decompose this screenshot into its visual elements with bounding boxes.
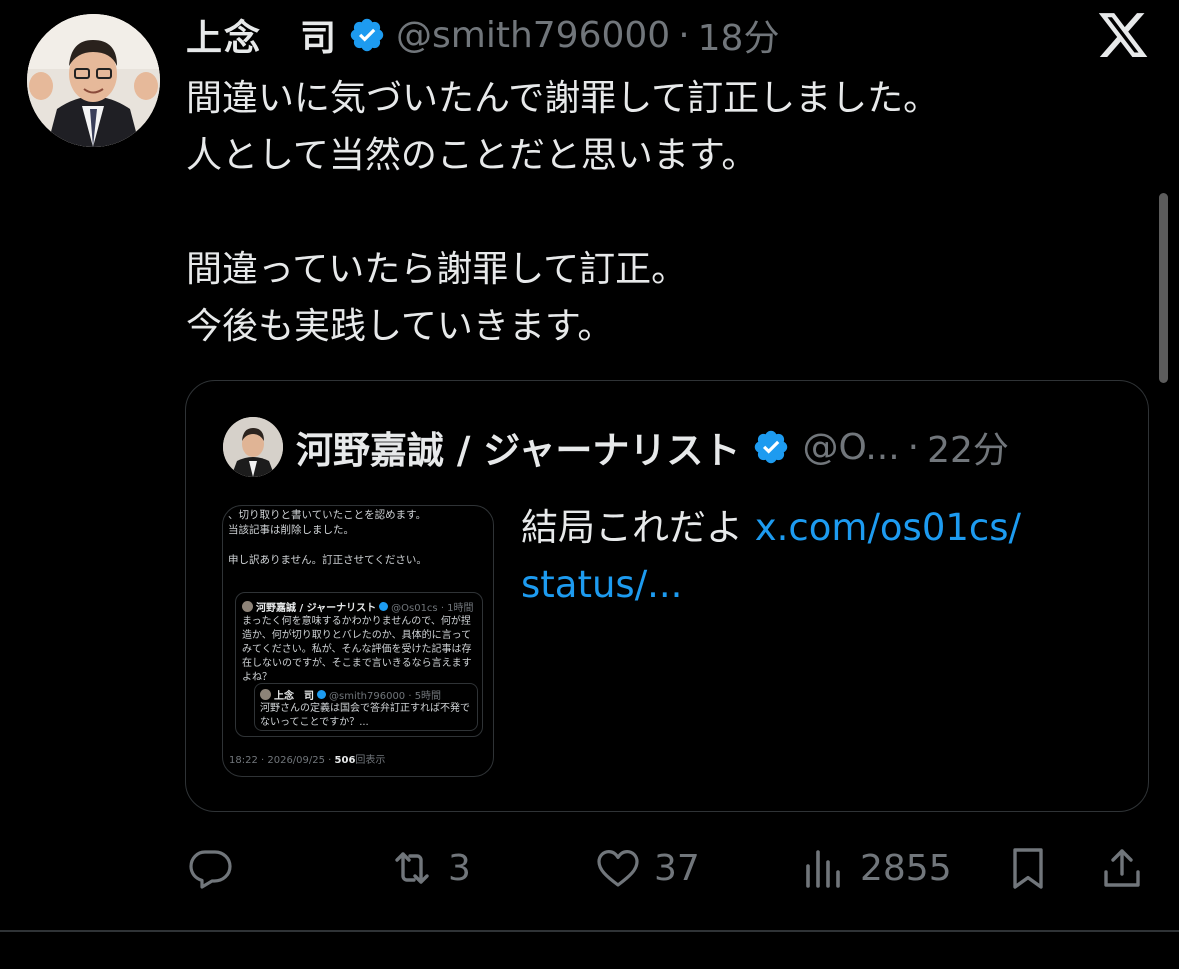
thumbnail-line: 申し訳ありません。訂正させてください。 [228, 554, 427, 566]
bookmark-button[interactable] [1004, 840, 1052, 896]
views-button[interactable]: 2855 [800, 840, 952, 896]
bookmark-icon [1013, 848, 1043, 889]
thumbnail-deep-verified-icon [317, 690, 326, 699]
thumbnail-line: 当該記事は削除しました。 [228, 524, 354, 536]
thumbnail-footer: 18:22 · 2026/09/25 · 506回表示 [229, 751, 385, 766]
author-avatar[interactable] [27, 14, 160, 147]
thumbnail-inner-avatar [242, 601, 253, 612]
author-handle[interactable]: @smith796000 [396, 15, 670, 56]
thumbnail-inner-body: まったく何を意味するかわかりませんので、何が捏造か、何が切り取りとバレたのか、具… [242, 616, 472, 683]
retweet-icon [395, 852, 429, 884]
views-count: 2855 [860, 847, 952, 889]
like-button[interactable]: 37 [594, 840, 700, 896]
quoted-time[interactable]: 22分 [927, 421, 1009, 473]
share-icon [1104, 849, 1140, 887]
tweet-header: 上念 司 @smith796000 · 18分 [186, 9, 780, 61]
reply-button[interactable] [186, 840, 234, 896]
quoted-header: 河野嘉誠 / ジャーナリスト @O... · 22分 [296, 421, 1009, 473]
thumbnail-deep-header: 上念 司 @smith796000 · 5時間 [260, 687, 441, 702]
author-avatar-image [27, 14, 160, 147]
thumbnail-gap [228, 538, 490, 553]
thumbnail-deep-body: 河野さんの定義は国会で答弁訂正すれば不発でないってことですか？... [260, 703, 470, 728]
tweet-time[interactable]: 18分 [698, 9, 780, 61]
like-count: 37 [654, 847, 700, 889]
thumbnail-content: 、切り取りと書いていたことを認めます。 当該記事は削除しました。 申し訳ありませ… [228, 508, 490, 568]
thumbnail-inner-header: 河野嘉誠 / ジャーナリスト @Os01cs · 1時間 [242, 599, 474, 614]
thumbnail-footer-time: 18:22 · 2026/09/25 · [229, 755, 335, 766]
share-button[interactable] [1098, 840, 1146, 896]
thumbnail-verified-icon [379, 602, 389, 611]
views-chart-icon [806, 850, 840, 888]
thumbnail-footer-views-label: 回表示 [355, 755, 386, 766]
header-separator: · [678, 14, 690, 56]
scrollbar[interactable] [1159, 193, 1168, 383]
reply-icon [189, 850, 232, 889]
quoted-tweet[interactable]: 河野嘉誠 / ジャーナリスト @O... · 22分 、切り取りと書いていたこと… [185, 380, 1149, 812]
tweet-divider [0, 930, 1179, 932]
quoted-author-avatar[interactable] [223, 417, 283, 477]
quoted-author-handle[interactable]: @O... [802, 427, 899, 468]
thumbnail-inner-handle: @Os01cs · 1時間 [391, 603, 474, 614]
verified-badge-icon [348, 16, 386, 54]
quoted-author-name[interactable]: 河野嘉誠 / ジャーナリスト [296, 420, 740, 474]
thumbnail-line: 、切り取りと書いていたことを認めます。 [228, 509, 427, 521]
thumbnail-deep-name: 上念 司 [274, 691, 314, 702]
retweet-count: 3 [448, 847, 471, 889]
thumbnail-deep-handle: @smith796000 · 5時間 [329, 691, 442, 702]
quoted-text-body: 結局これだよ [521, 506, 755, 549]
thumbnail-footer-views: 506 [334, 755, 356, 766]
tweet-action-bar: 3 37 2855 [0, 840, 1179, 896]
quoted-avatar-image [223, 417, 283, 477]
retweet-button[interactable]: 3 [388, 840, 471, 896]
quoted-separator: · [907, 426, 920, 468]
quoted-media-thumbnail[interactable]: 、切り取りと書いていたことを認めます。 当該記事は削除しました。 申し訳ありませ… [222, 505, 494, 777]
quoted-verified-badge-icon [752, 428, 790, 466]
x-logo-icon[interactable] [1094, 8, 1152, 62]
tweet-body: 間違いに気づいたんで謝罪して訂正しました。 人として当然のことだと思います。 間… [186, 78, 940, 347]
thumbnail-inner-name: 河野嘉誠 / ジャーナリスト [256, 603, 377, 614]
thumbnail-deep-avatar [260, 689, 271, 700]
quoted-text: 結局これだよ x.com/os01cs/ status/... [521, 499, 1121, 613]
thumbnail-inner-quote: 河野嘉誠 / ジャーナリスト @Os01cs · 1時間 まったく何を意味するか… [235, 592, 483, 737]
heart-icon [597, 850, 639, 887]
thumbnail-deep-quote: 上念 司 @smith796000 · 5時間 河野さんの定義は国会で答弁訂正す… [254, 683, 478, 731]
author-name[interactable]: 上念 司 [186, 9, 338, 61]
